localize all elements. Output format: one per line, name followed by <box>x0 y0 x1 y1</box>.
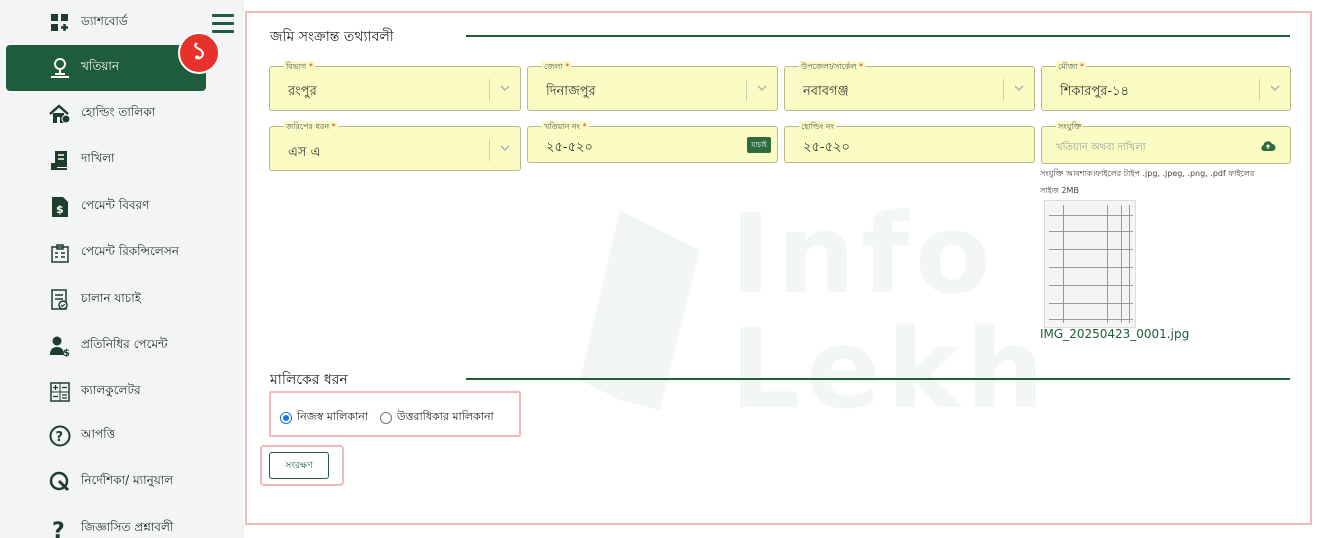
dakhila-icon <box>48 148 72 172</box>
upazila-select[interactable]: উপজেলা/সার্কেল * নবাবগঞ্জ <box>784 61 1035 111</box>
sidebar-item-label: পেমেন্ট বিবরণ <box>81 198 150 212</box>
sidebar-item-objection[interactable]: ? আপত্তি <box>6 413 206 459</box>
khatian-number-value: ২৫-৫২০ <box>546 140 593 155</box>
svg-text:$: $ <box>56 203 64 216</box>
required-mark: * <box>858 62 863 71</box>
holding-number-label: হোল্ডিং নং <box>801 122 835 131</box>
hamburger-icon[interactable] <box>212 14 234 34</box>
sidebar-item-representative-payment[interactable]: $ প্রতিনিধির পেমেন্ট <box>6 323 206 369</box>
holding-number-value: ২৫-৫২০ <box>803 140 850 155</box>
attachment-placeholder: খতিয়ান অথবা দাখিলা <box>1056 142 1146 153</box>
required-mark: * <box>1080 62 1085 71</box>
attachment-upload[interactable]: সংযুক্তি খতিয়ান অথবা দাখিলা <box>1041 121 1291 164</box>
section-divider <box>466 378 1290 380</box>
chevron-down-icon <box>1014 85 1024 91</box>
representative-payment-icon: $ <box>48 334 72 358</box>
sidebar-item-guide[interactable]: নির্দেশিকা/ ম্যানুয়াল <box>6 459 206 505</box>
sidebar-item-khatian[interactable]: খতিয়ান <box>6 45 206 91</box>
attachment-label: সংযুক্তি <box>1056 121 1084 134</box>
section-divider <box>466 35 1290 37</box>
sidebar-item-label: প্রতিনিধির পেমেন্ট <box>81 337 168 351</box>
page: ড্যাশবোর্ড খতিয়ান হোল্ডিং তালিকা দাখিলা… <box>0 0 1322 538</box>
dashboard-icon <box>48 11 72 35</box>
mouza-select[interactable]: মৌজা * শিকারপুর-১৪ <box>1041 61 1291 111</box>
svg-text:?: ? <box>56 430 64 445</box>
step-badge: ১ <box>178 32 220 74</box>
cloud-upload-icon[interactable] <box>1260 139 1276 153</box>
sidebar-item-calculator[interactable]: ক্যালকুলেটর <box>6 369 206 415</box>
radio-inherited-ownership[interactable]: উত্তরাধিকার মালিকানা <box>380 408 494 427</box>
sidebar-item-label: ক্যালকুলেটর <box>81 383 141 397</box>
sidebar: ড্যাশবোর্ড খতিয়ান হোল্ডিং তালিকা দাখিলা… <box>0 0 244 538</box>
guide-icon <box>48 470 72 494</box>
verify-button[interactable]: যাচাই <box>747 137 771 153</box>
sidebar-item-label: ড্যাশবোর্ড <box>81 14 128 28</box>
required-mark: * <box>308 62 313 71</box>
sidebar-item-faq[interactable]: ? জিজ্ঞাসিত প্রশ্নাবলী <box>6 506 206 538</box>
district-value: দিনাজপুর <box>546 84 596 99</box>
chevron-down-icon <box>500 85 510 91</box>
required-mark: * <box>565 62 570 71</box>
required-mark: * <box>582 122 587 131</box>
survey-type-label: জরিপের ধরন <box>286 122 330 131</box>
khatian-number-label: খতিয়ান নং <box>544 122 581 131</box>
radio-own-ownership[interactable]: নিজস্ব মালিকানা <box>280 408 368 427</box>
sidebar-item-label: চালান যাচাই <box>81 291 141 305</box>
division-value: রংপুর <box>288 84 317 99</box>
khatian-number-input[interactable]: খতিয়ান নং * ২৫-৫২০ যাচাই <box>527 121 778 163</box>
watermark-logo: Info Lekh <box>560 190 1044 440</box>
upazila-value: নবাবগঞ্জ <box>803 84 849 99</box>
survey-type-select[interactable]: জরিপের ধরন * এস এ <box>269 121 521 171</box>
sidebar-item-label: খতিয়ান <box>81 59 120 73</box>
attachment-thumbnail[interactable] <box>1044 200 1136 328</box>
sidebar-item-challan-verify[interactable]: চালান যাচাই <box>6 277 206 323</box>
required-mark: * <box>331 122 336 131</box>
sidebar-item-label: জিজ্ঞাসিত প্রশ্নাবলী <box>81 520 174 534</box>
sidebar-item-label: পেমেন্ট রিকন্সিলেসন <box>81 244 179 258</box>
sidebar-item-reconciliation[interactable]: পেমেন্ট রিকন্সিলেসন <box>6 230 206 276</box>
calculator-icon <box>48 380 72 404</box>
watermark-text-line1: Info <box>730 190 997 318</box>
sidebar-item-payment-details[interactable]: $ পেমেন্ট বিবরণ <box>6 184 206 230</box>
survey-type-value: এস এ <box>288 145 321 160</box>
mouza-label: মৌজা <box>1058 62 1078 71</box>
division-select[interactable]: বিভাগ * রংপুর <box>269 61 521 111</box>
svg-text:?: ? <box>52 519 65 538</box>
payment-doc-icon: $ <box>48 195 72 219</box>
land-section-title: জমি সংক্রান্ত তথ্যাবলী <box>270 29 394 45</box>
owner-section-title: মালিকের ধরন <box>270 372 348 388</box>
division-label: বিভাগ <box>286 62 307 71</box>
district-select[interactable]: জেলা * দিনাজপুর <box>527 61 778 111</box>
owner-type-radio-group: নিজস্ব মালিকানা উত্তরাধিকার মালিকানা <box>269 391 521 437</box>
sidebar-item-label: হোল্ডিং তালিকা <box>81 105 156 119</box>
holding-number-input[interactable]: হোল্ডিং নং ২৫-৫২০ <box>784 121 1035 163</box>
chevron-down-icon <box>500 145 510 151</box>
radio-unselected-icon[interactable] <box>380 411 392 424</box>
sidebar-item-label: আপত্তি <box>81 427 116 441</box>
faq-icon: ? <box>48 517 72 538</box>
district-label: জেলা <box>544 62 563 71</box>
save-button[interactable]: সংরক্ষণ <box>269 452 329 479</box>
mouza-value: শিকারপুর-১৪ <box>1060 84 1129 99</box>
reconciliation-icon <box>48 241 72 265</box>
svg-text:$: $ <box>63 348 70 357</box>
watermark-text-line2: Lekh <box>730 305 1051 433</box>
save-highlight: সংরক্ষণ <box>260 445 344 486</box>
attachment-filename[interactable]: IMG_20250423_0001.jpg <box>1040 327 1189 341</box>
attachment-note: সংযুক্তি আবশ্যক।ফাইলের টাইপ .jpg, .jpeg,… <box>1040 169 1255 195</box>
question-circle-icon: ? <box>48 424 72 448</box>
challan-verify-icon <box>48 288 72 312</box>
sidebar-item-dakhila[interactable]: দাখিলা <box>6 137 206 183</box>
radio-selected-icon[interactable] <box>280 411 292 424</box>
sidebar-item-label: দাখিলা <box>81 151 115 165</box>
chevron-down-icon <box>1270 85 1280 91</box>
chevron-down-icon <box>757 85 767 91</box>
sidebar-item-label: নির্দেশিকা/ ম্যানুয়াল <box>81 473 174 487</box>
khatian-person-icon <box>48 56 72 80</box>
sidebar-item-dashboard[interactable]: ড্যাশবোর্ড <box>6 0 206 46</box>
holding-house-icon <box>48 102 72 126</box>
upazila-label: উপজেলা/সার্কেল <box>801 62 857 71</box>
sidebar-item-holding-list[interactable]: হোল্ডিং তালিকা <box>6 91 206 137</box>
